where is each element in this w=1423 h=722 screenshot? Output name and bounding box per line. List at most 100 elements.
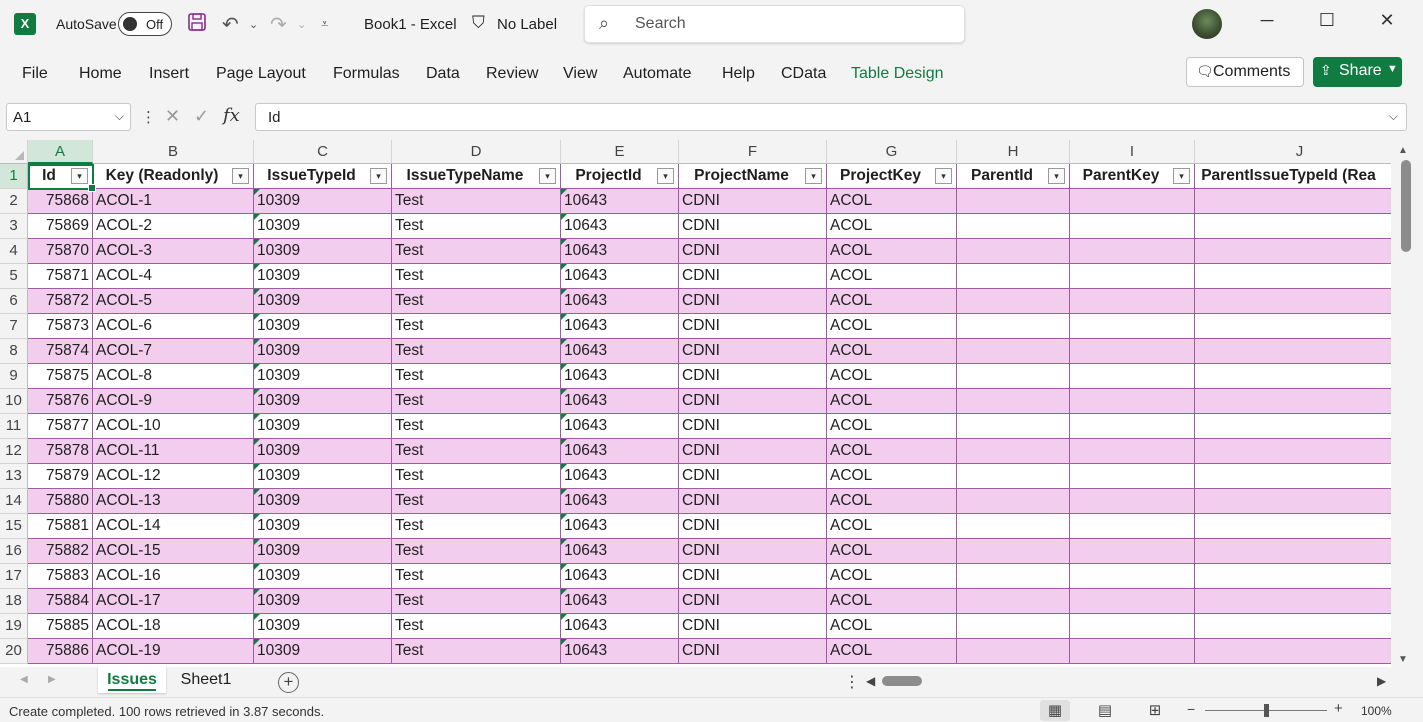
table-header-cell[interactable]: ProjectId ▾ (561, 164, 679, 189)
table-header-cell[interactable]: ProjectKey ▾ (827, 164, 957, 189)
row-header-13[interactable]: 13 (0, 464, 28, 489)
table-cell[interactable] (1195, 389, 1391, 414)
table-cell[interactable]: CDNI (679, 539, 827, 564)
tab-view[interactable]: View (563, 65, 597, 83)
table-cell[interactable]: ACOL (827, 614, 957, 639)
table-cell[interactable]: Test (392, 514, 561, 539)
table-header-cell[interactable]: ParentIssueTypeId (Rea (1195, 164, 1391, 189)
table-cell[interactable]: ACOL (827, 289, 957, 314)
row-header-6[interactable]: 6 (0, 289, 28, 314)
table-cell[interactable]: CDNI (679, 239, 827, 264)
table-cell[interactable] (1195, 364, 1391, 389)
table-cell[interactable] (957, 214, 1070, 239)
table-cell[interactable]: 10309 (254, 439, 392, 464)
table-cell[interactable]: Test (392, 239, 561, 264)
table-cell[interactable]: CDNI (679, 464, 827, 489)
save-icon[interactable] (187, 12, 207, 38)
table-cell[interactable]: ACOL (827, 564, 957, 589)
table-header-cell[interactable]: IssueTypeName ▾ (392, 164, 561, 189)
table-cell[interactable]: CDNI (679, 489, 827, 514)
table-cell[interactable]: 10643 (561, 289, 679, 314)
zoom-slider-handle[interactable] (1264, 704, 1269, 717)
table-cell[interactable]: 75885 (28, 614, 93, 639)
table-cell[interactable]: Test (392, 539, 561, 564)
table-cell[interactable]: 10309 (254, 414, 392, 439)
table-cell[interactable]: CDNI (679, 264, 827, 289)
filter-dropdown-icon[interactable]: ▾ (370, 168, 387, 184)
table-cell[interactable]: Test (392, 264, 561, 289)
table-cell[interactable] (1195, 189, 1391, 214)
scroll-up-icon[interactable]: ▲ (1398, 145, 1408, 156)
tab-formulas[interactable]: Formulas (333, 65, 400, 83)
table-cell[interactable] (1070, 314, 1195, 339)
row-header-9[interactable]: 9 (0, 364, 28, 389)
table-cell[interactable] (957, 589, 1070, 614)
page-break-view-icon[interactable]: ⊞ (1140, 700, 1170, 721)
column-header-g[interactable]: G (827, 140, 957, 164)
row-header-11[interactable]: 11 (0, 414, 28, 439)
sensitivity-label[interactable]: No Label (497, 16, 557, 33)
table-cell[interactable] (1195, 639, 1391, 664)
table-cell[interactable] (1070, 414, 1195, 439)
row-header-19[interactable]: 19 (0, 614, 28, 639)
table-cell[interactable]: 75872 (28, 289, 93, 314)
table-cell[interactable]: ACOL-9 (93, 389, 254, 414)
autosave-toggle[interactable]: Off (118, 12, 172, 36)
table-cell[interactable] (957, 389, 1070, 414)
filter-dropdown-icon[interactable]: ▾ (539, 168, 556, 184)
table-cell[interactable]: CDNI (679, 514, 827, 539)
table-cell[interactable] (1070, 189, 1195, 214)
column-header-j[interactable]: J (1195, 140, 1391, 164)
table-cell[interactable]: 10309 (254, 639, 392, 664)
table-header-cell[interactable]: ProjectName ▾ (679, 164, 827, 189)
table-cell[interactable]: ACOL-2 (93, 214, 254, 239)
table-cell[interactable] (1195, 614, 1391, 639)
table-cell[interactable]: Test (392, 314, 561, 339)
table-cell[interactable]: 10309 (254, 264, 392, 289)
table-cell[interactable]: 75876 (28, 389, 93, 414)
table-cell[interactable]: CDNI (679, 439, 827, 464)
table-cell[interactable] (957, 414, 1070, 439)
table-cell[interactable]: ACOL (827, 239, 957, 264)
table-cell[interactable]: 10643 (561, 339, 679, 364)
table-cell[interactable] (1070, 464, 1195, 489)
table-cell[interactable] (1195, 414, 1391, 439)
sheet-next-icon[interactable]: ▶ (48, 674, 56, 685)
column-header-a[interactable]: A (28, 140, 93, 164)
table-cell[interactable]: CDNI (679, 564, 827, 589)
table-cell[interactable]: 75886 (28, 639, 93, 664)
row-header-15[interactable]: 15 (0, 514, 28, 539)
table-cell[interactable]: Test (392, 639, 561, 664)
sheet-tab-sheet1[interactable]: Sheet1 (170, 667, 242, 693)
table-cell[interactable]: ACOL-19 (93, 639, 254, 664)
table-cell[interactable] (1195, 564, 1391, 589)
table-cell[interactable]: Test (392, 464, 561, 489)
more-options-icon[interactable]: ⋮ (141, 108, 156, 126)
table-cell[interactable]: 75868 (28, 189, 93, 214)
table-cell[interactable]: 75874 (28, 339, 93, 364)
filter-dropdown-icon[interactable]: ▾ (71, 168, 88, 184)
table-cell[interactable]: ACOL-7 (93, 339, 254, 364)
table-cell[interactable]: 10643 (561, 564, 679, 589)
table-cell[interactable]: ACOL (827, 389, 957, 414)
redo-dropdown-icon[interactable]: ⌄ (297, 18, 306, 31)
table-cell[interactable]: CDNI (679, 389, 827, 414)
table-cell[interactable] (1070, 239, 1195, 264)
scroll-down-icon[interactable]: ▼ (1398, 654, 1408, 665)
table-cell[interactable] (1195, 539, 1391, 564)
filter-dropdown-icon[interactable]: ▾ (1048, 168, 1065, 184)
table-cell[interactable]: 75871 (28, 264, 93, 289)
table-cell[interactable] (957, 364, 1070, 389)
row-header-10[interactable]: 10 (0, 389, 28, 414)
table-cell[interactable] (1070, 639, 1195, 664)
table-cell[interactable]: CDNI (679, 614, 827, 639)
table-cell[interactable]: 75883 (28, 564, 93, 589)
expand-formula-icon[interactable]: ⌵ (1389, 109, 1398, 124)
table-header-cell[interactable]: ParentKey ▾ (1070, 164, 1195, 189)
table-cell[interactable] (1195, 314, 1391, 339)
row-header-17[interactable]: 17 (0, 564, 28, 589)
table-cell[interactable]: 10309 (254, 539, 392, 564)
column-header-b[interactable]: B (93, 140, 254, 164)
tab-insert[interactable]: Insert (149, 65, 189, 83)
normal-view-icon[interactable]: ▦ (1040, 700, 1070, 721)
